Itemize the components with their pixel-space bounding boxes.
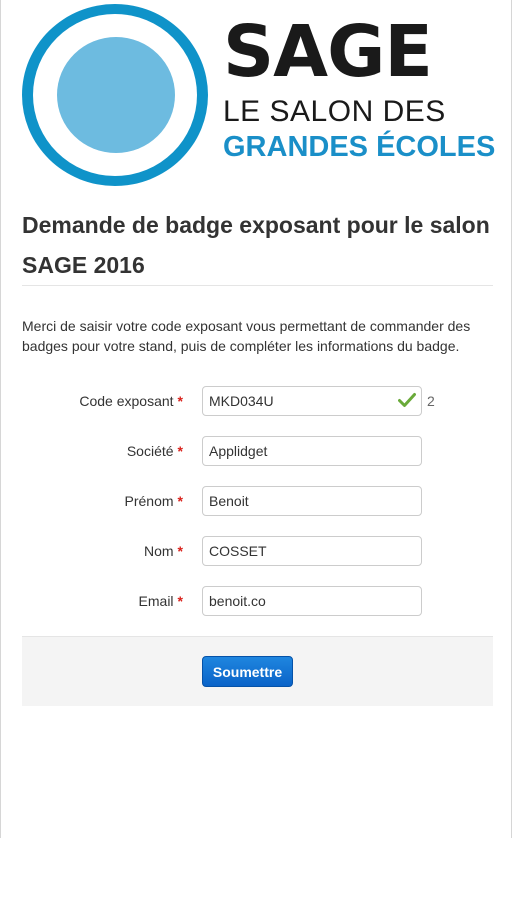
field-email: Email * — [22, 586, 493, 616]
code-exposant-input[interactable] — [202, 386, 422, 416]
nom-label: Nom * — [143, 543, 183, 559]
check-icon — [398, 393, 416, 407]
field-code-exposant: Code exposant* 2 — [22, 386, 493, 416]
required-marker: * — [177, 443, 183, 459]
code-exposant-label: Code exposant * — [79, 393, 183, 409]
code-counter: 2 — [427, 393, 435, 409]
page-frame: SAGE LE SALON DES GRANDES ÉCOLES Demande… — [0, 0, 512, 838]
logo-disc — [57, 37, 175, 153]
societe-label: Société * — [126, 443, 183, 459]
intro-text: Merci de saisir votre code exposant vous… — [22, 318, 471, 354]
email-label: Email * — [138, 593, 183, 609]
field-nom: Nom * — [22, 536, 493, 566]
sage-logo: SAGE LE SALON DES GRANDES ÉCOLES — [22, 4, 497, 188]
required-marker: * — [177, 543, 183, 559]
required-marker: * — [177, 493, 183, 509]
nom-input[interactable] — [202, 536, 422, 566]
logo-tagline-line2: GRANDES ÉCOLES — [223, 131, 496, 163]
prenom-input[interactable] — [202, 486, 422, 516]
prenom-label: Prénom * — [124, 493, 183, 509]
field-societe: Société * — [22, 436, 493, 466]
submit-button[interactable]: Soumettre — [202, 656, 293, 687]
logo-wordmark: SAGE — [223, 10, 433, 93]
logo-tagline-line1: LE SALON DES — [223, 95, 446, 128]
field-prenom: Prénom * — [22, 486, 493, 516]
email-input[interactable] — [202, 586, 422, 616]
required-marker: * — [177, 593, 183, 609]
title-divider — [22, 285, 493, 286]
page-title: Demande de badge exposant pour le salon … — [22, 212, 490, 278]
required-marker: * — [177, 393, 183, 409]
form-actions: Soumettre — [22, 636, 493, 706]
societe-input[interactable] — [202, 436, 422, 466]
